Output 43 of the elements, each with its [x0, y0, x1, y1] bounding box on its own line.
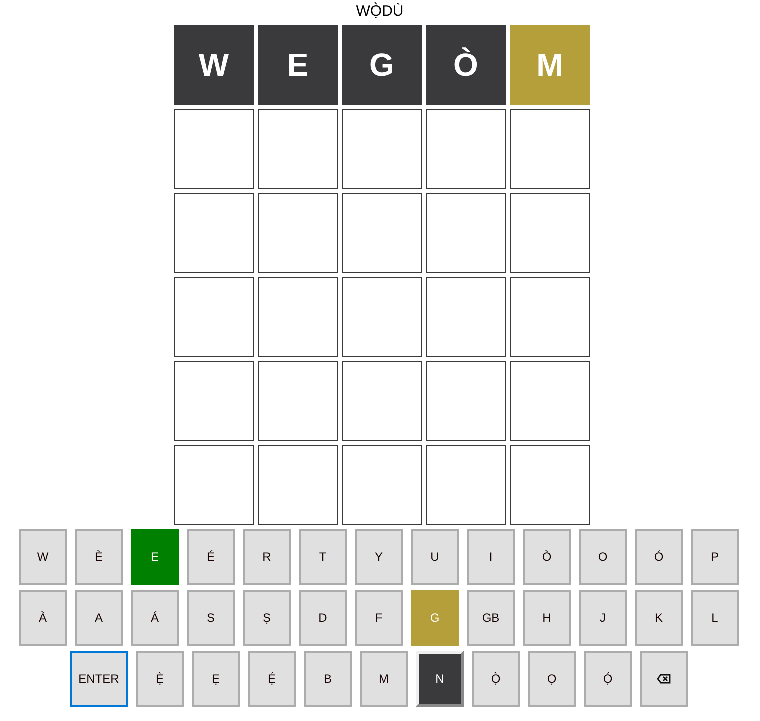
- letter-key[interactable]: T: [299, 529, 347, 585]
- letter-key[interactable]: Á: [131, 590, 179, 646]
- letter-key[interactable]: O: [579, 529, 627, 585]
- letter-key[interactable]: L: [691, 590, 739, 646]
- letter-key[interactable]: Ẹ́: [248, 651, 296, 707]
- letter-key[interactable]: Ọ́: [584, 651, 632, 707]
- letter-tile: E: [258, 25, 338, 105]
- letter-key[interactable]: R: [243, 529, 291, 585]
- game-title: WỌ̀DÙ: [355, 2, 405, 22]
- letter-key[interactable]: N: [416, 651, 464, 707]
- letter-key[interactable]: Ọ: [528, 651, 576, 707]
- letter-key[interactable]: GB: [467, 590, 515, 646]
- letter-key[interactable]: B: [304, 651, 352, 707]
- letter-key[interactable]: Ẹ: [192, 651, 240, 707]
- letter-tile: W: [174, 25, 254, 105]
- letter-key[interactable]: Ọ̀: [472, 651, 520, 707]
- letter-key[interactable]: É: [187, 529, 235, 585]
- letter-tile: G: [342, 25, 422, 105]
- letter-key[interactable]: K: [635, 590, 683, 646]
- letter-key[interactable]: W: [19, 529, 67, 585]
- enter-key[interactable]: ENTER: [70, 651, 128, 707]
- letter-key[interactable]: J: [579, 590, 627, 646]
- backspace-key[interactable]: [640, 651, 688, 707]
- letter-key[interactable]: Y: [355, 529, 403, 585]
- letter-key[interactable]: Ṣ: [243, 590, 291, 646]
- letter-key[interactable]: P: [691, 529, 739, 585]
- letter-key[interactable]: Ẹ̀: [136, 651, 184, 707]
- letter-key[interactable]: M: [360, 651, 408, 707]
- letter-key[interactable]: Ò: [523, 529, 571, 585]
- letter-key[interactable]: À: [19, 590, 67, 646]
- letter-key[interactable]: F: [355, 590, 403, 646]
- letter-key[interactable]: È: [75, 529, 123, 585]
- letter-key[interactable]: H: [523, 590, 571, 646]
- letter-key[interactable]: I: [467, 529, 515, 585]
- letter-key[interactable]: D: [299, 590, 347, 646]
- letter-key[interactable]: Ó: [635, 529, 683, 585]
- letter-tile: Ò: [426, 25, 506, 105]
- letter-key[interactable]: S: [187, 590, 235, 646]
- letter-key[interactable]: A: [75, 590, 123, 646]
- letter-tile: M: [510, 25, 590, 105]
- backspace-icon: [657, 674, 671, 684]
- letter-key[interactable]: E: [131, 529, 179, 585]
- letter-key[interactable]: U: [411, 529, 459, 585]
